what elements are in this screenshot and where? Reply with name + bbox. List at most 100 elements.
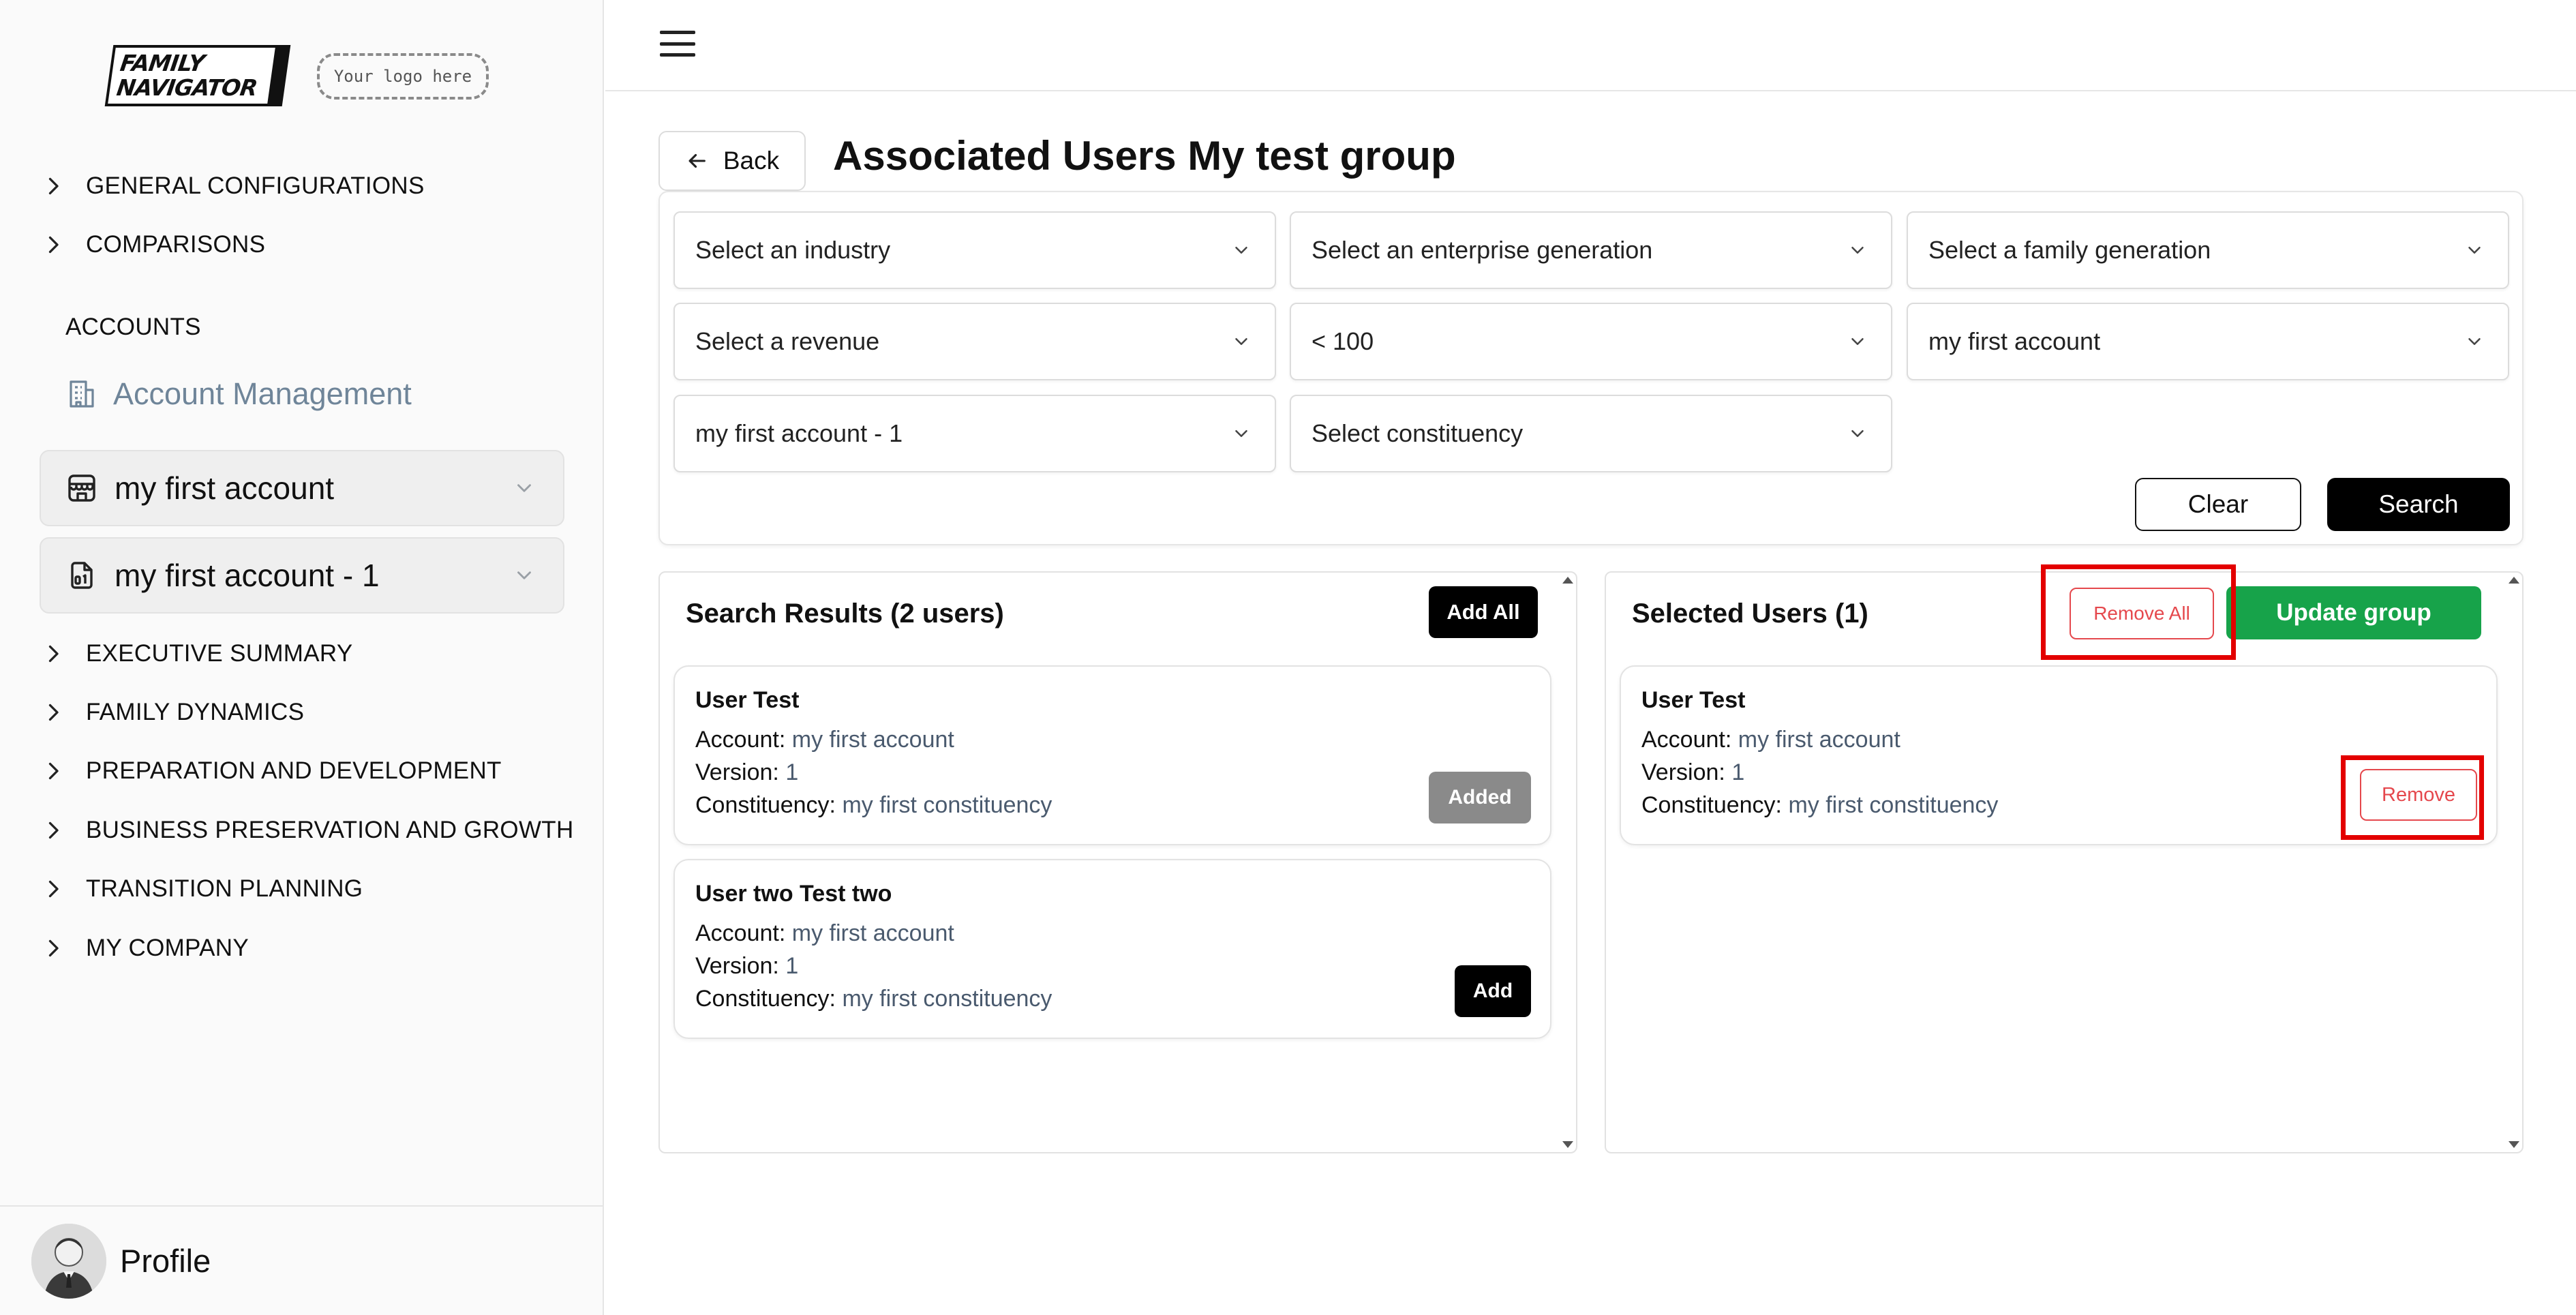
nav-account-management[interactable]: Account Management bbox=[65, 376, 412, 412]
version-select[interactable]: my first account - 1 bbox=[673, 395, 1276, 472]
added-button[interactable]: Added bbox=[1429, 772, 1531, 823]
user-version: Version: 1 bbox=[695, 953, 798, 980]
select-value: Select an enterprise generation bbox=[1312, 236, 1653, 264]
user-account: Account: my first account bbox=[695, 727, 954, 753]
nav-my-company[interactable]: MY COMPANY bbox=[41, 928, 249, 969]
scrollbar-down-arrow[interactable] bbox=[1562, 1141, 1573, 1148]
nav-preparation-and-development[interactable]: PREPARATION AND DEVELOPMENT bbox=[41, 751, 502, 791]
chevron-right-icon bbox=[48, 821, 59, 839]
select-value: Select an industry bbox=[695, 236, 891, 264]
chevron-right-icon bbox=[48, 939, 59, 957]
search-result-card: User Test Account: my first account Vers… bbox=[673, 665, 1551, 845]
chevron-right-icon bbox=[48, 177, 59, 195]
account-selector-first[interactable]: my first account bbox=[40, 450, 564, 526]
logo-line-1: FAMILY bbox=[118, 50, 207, 76]
account-value: my first account bbox=[791, 920, 954, 946]
highlight-box-remove-all bbox=[2041, 564, 2236, 660]
nav-family-dynamics[interactable]: FAMILY DYNAMICS bbox=[41, 692, 304, 733]
version-value: 1 bbox=[1731, 759, 1745, 785]
file-icon bbox=[71, 562, 93, 589]
back-button[interactable]: Back bbox=[658, 131, 806, 191]
chevron-down-icon bbox=[2468, 247, 2481, 254]
chevron-down-icon bbox=[1235, 247, 1247, 254]
search-results-panel: Search Results (2 users) Add All User Te… bbox=[658, 571, 1577, 1153]
chevron-down-icon bbox=[1851, 247, 1864, 254]
chevron-right-icon bbox=[48, 236, 59, 254]
account-label: Account: bbox=[1641, 727, 1732, 753]
account-value: my first account bbox=[791, 727, 954, 753]
user-name: User two Test two bbox=[695, 881, 892, 907]
revenue-select[interactable]: Select a revenue bbox=[673, 303, 1276, 380]
nav-general-configurations[interactable]: GENERAL CONFIGURATIONS bbox=[41, 166, 425, 207]
search-result-card: User two Test two Account: my first acco… bbox=[673, 859, 1551, 1039]
selected-users-title: Selected Users (1) bbox=[1632, 599, 1868, 629]
chevron-right-icon bbox=[48, 704, 59, 721]
page-title: Associated Users My test group bbox=[833, 133, 1456, 179]
scrollbar-up-arrow[interactable] bbox=[2509, 577, 2519, 584]
chevron-right-icon bbox=[48, 880, 59, 898]
add-all-button[interactable]: Add All bbox=[1429, 586, 1538, 638]
constituency-value: my first constituency bbox=[842, 792, 1052, 818]
nav-comparisons[interactable]: COMPARISONS bbox=[41, 224, 265, 265]
nav-label: PREPARATION AND DEVELOPMENT bbox=[86, 757, 502, 784]
employees-select[interactable]: < 100 bbox=[1290, 303, 1892, 380]
nav-transition-planning[interactable]: TRANSITION PLANNING bbox=[41, 868, 363, 909]
constituency-value: my first constituency bbox=[1788, 792, 1999, 818]
update-group-button[interactable]: Update group bbox=[2226, 586, 2481, 639]
user-name: User Test bbox=[695, 687, 800, 713]
family-navigator-logo[interactable]: FAMILY NAVIGATOR bbox=[104, 45, 291, 106]
account-select[interactable]: my first account bbox=[1907, 303, 2509, 380]
user-version: Version: 1 bbox=[1641, 759, 1744, 786]
nav-business-preservation-and-growth[interactable]: BUSINESS PRESERVATION AND GROWTH bbox=[41, 810, 574, 851]
search-results-title: Search Results (2 users) bbox=[686, 599, 1004, 629]
scrollbar-down-arrow[interactable] bbox=[2509, 1141, 2519, 1148]
user-account: Account: my first account bbox=[1641, 727, 1900, 753]
enterprise-generation-select[interactable]: Select an enterprise generation bbox=[1290, 211, 1892, 289]
version-value: 1 bbox=[785, 953, 799, 979]
highlight-box-remove bbox=[2341, 755, 2484, 840]
version-label: Version: bbox=[695, 759, 779, 785]
back-label: Back bbox=[723, 147, 780, 175]
profile-link[interactable]: Profile bbox=[0, 1205, 604, 1315]
version-label: Version: bbox=[695, 953, 779, 979]
your-logo-placeholder: Your logo here bbox=[317, 53, 489, 100]
chevron-down-icon bbox=[517, 571, 531, 579]
user-constituency: Constituency: my first constituency bbox=[1641, 792, 1998, 819]
constituency-value: my first constituency bbox=[842, 986, 1052, 1012]
select-value: my first account - 1 bbox=[695, 419, 903, 447]
version-label: Version: bbox=[1641, 759, 1725, 785]
chevron-right-icon bbox=[48, 645, 59, 663]
user-avatar-icon bbox=[31, 1223, 106, 1299]
family-generation-select[interactable]: Select a family generation bbox=[1907, 211, 2509, 289]
select-value: my first account bbox=[1928, 327, 2101, 355]
scrollbar-up-arrow[interactable] bbox=[1562, 577, 1573, 584]
nav-label: COMPARISONS bbox=[86, 231, 266, 258]
clear-button[interactable]: Clear bbox=[2135, 478, 2301, 531]
chevron-down-icon bbox=[1235, 430, 1247, 437]
search-button[interactable]: Search bbox=[2327, 478, 2510, 531]
industry-select[interactable]: Select an industry bbox=[673, 211, 1276, 289]
select-value: Select a revenue bbox=[695, 327, 880, 355]
user-version: Version: 1 bbox=[695, 759, 798, 786]
store-icon bbox=[68, 474, 95, 502]
user-constituency: Constituency: my first constituency bbox=[695, 986, 1052, 1012]
select-value: Select a family generation bbox=[1928, 236, 2211, 264]
user-constituency: Constituency: my first constituency bbox=[695, 792, 1052, 819]
constituency-select[interactable]: Select constituency bbox=[1290, 395, 1892, 472]
account-value: my first account bbox=[1738, 727, 1900, 753]
hamburger-menu-icon[interactable] bbox=[660, 29, 695, 59]
nav-label: FAMILY DYNAMICS bbox=[86, 699, 305, 725]
logo-line-2: NAVIGATOR bbox=[115, 74, 259, 101]
nav-label: GENERAL CONFIGURATIONS bbox=[86, 172, 425, 199]
account-selector-first-1[interactable]: my first account - 1 bbox=[40, 537, 564, 614]
chevron-down-icon bbox=[1851, 338, 1864, 345]
account-selector-label: my first account bbox=[115, 470, 335, 506]
chevron-right-icon bbox=[48, 762, 59, 780]
account-label: Account: bbox=[695, 920, 786, 946]
building-icon bbox=[70, 380, 94, 408]
constituency-label: Constituency: bbox=[695, 792, 836, 818]
nav-label: TRANSITION PLANNING bbox=[86, 875, 363, 902]
nav-executive-summary[interactable]: EXECUTIVE SUMMARY bbox=[41, 633, 352, 674]
user-account: Account: my first account bbox=[695, 920, 954, 947]
add-user-button[interactable]: Add bbox=[1455, 965, 1531, 1017]
